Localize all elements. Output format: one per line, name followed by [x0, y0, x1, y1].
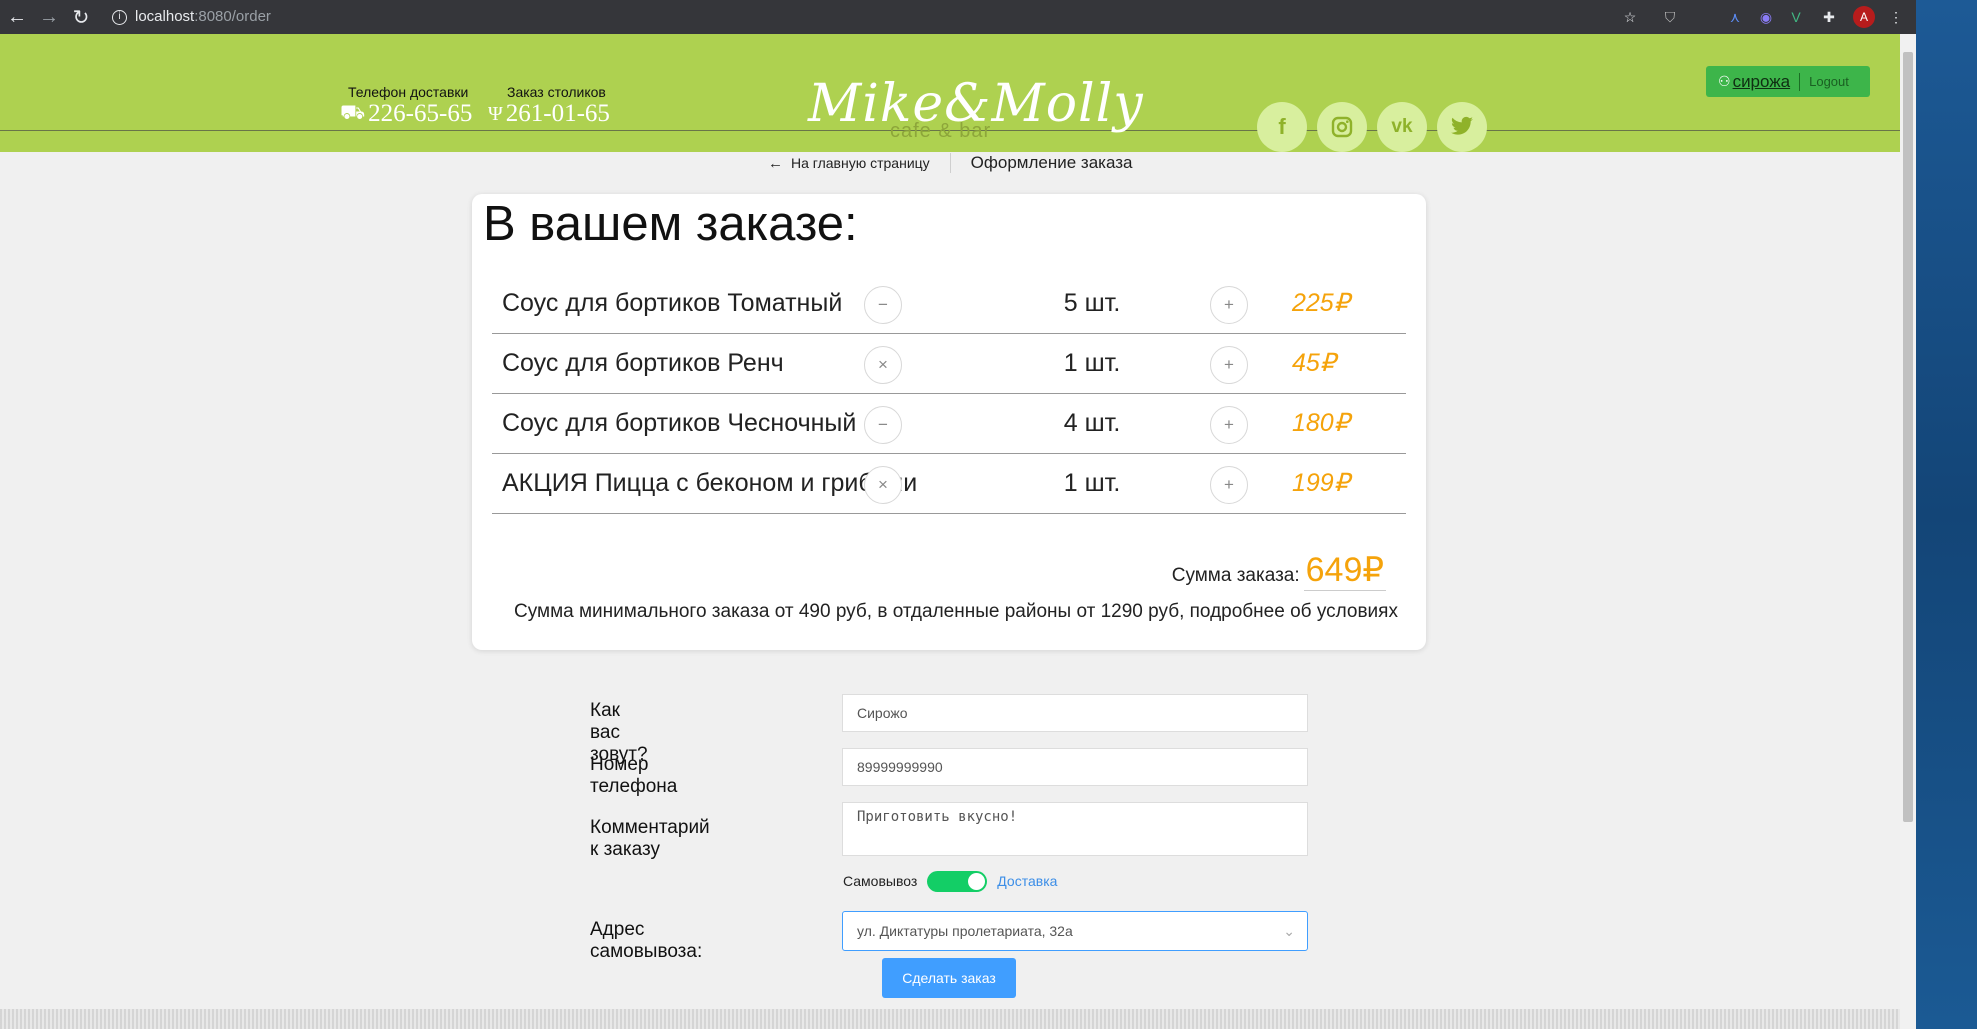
delivery-phone-number[interactable]: 226-65-65: [368, 100, 472, 128]
page-footer-edge: [0, 1009, 1900, 1029]
delivery-phone-label: Телефон доставки: [347, 84, 469, 100]
back-arrow-icon[interactable]: ←: [2, 0, 32, 34]
order-total-value: 649₽: [1303, 551, 1386, 591]
order-items: Соус для бортиков Томатный − 5 шт. + 225…: [492, 274, 1406, 514]
vk-icon[interactable]: vk: [1377, 102, 1427, 152]
extension-icon[interactable]: ⋏: [1725, 7, 1745, 27]
url-path: :8080/order: [194, 8, 271, 25]
table-order-label: Заказ столиков: [507, 84, 606, 100]
delivery-phone-block: Телефон доставки ⛟ 226-65-65: [340, 84, 472, 128]
url-host: localhost: [135, 8, 195, 25]
remove-item-button[interactable]: ×: [864, 346, 902, 384]
fork-knife-icon: Ψ: [488, 102, 503, 125]
page-scrollbar[interactable]: [1900, 34, 1916, 1029]
browser-window: ← → ↻ i localhost:8080/order ☆ ⛉ ⋏ ◉ V ✚…: [0, 0, 1916, 1029]
delivery-toggle[interactable]: [927, 870, 988, 892]
info-icon: i: [112, 9, 127, 25]
item-name: Соус для бортиков Чесночный: [502, 409, 857, 437]
decrease-quantity-button[interactable]: −: [864, 286, 902, 324]
browser-toolbar: ← → ↻ i localhost:8080/order ☆ ⛉ ⋏ ◉ V ✚…: [0, 0, 1916, 34]
vue-devtools-icon[interactable]: V: [1786, 7, 1806, 27]
increase-quantity-button[interactable]: +: [1210, 286, 1248, 324]
truck-icon: ⛟: [340, 101, 366, 124]
puzzle-extensions-icon[interactable]: ✚: [1819, 7, 1839, 27]
phone-label: Номер телефона: [590, 754, 678, 797]
item-quantity: 5 шт.: [1063, 289, 1121, 317]
profile-avatar[interactable]: A: [1853, 6, 1875, 28]
delivery-mode-switch: Самовывоз Доставка: [843, 870, 1057, 892]
desktop-background: [1916, 0, 1977, 1029]
phone-input[interactable]: 89999999990: [842, 748, 1308, 786]
comment-textarea[interactable]: Приготовить вкусно!: [842, 802, 1308, 856]
order-item-row: Соус для бортиков Чесночный − 4 шт. + 18…: [492, 394, 1406, 454]
user-account-box: ⚇ сирожа Logout: [1706, 66, 1870, 97]
order-total: Сумма заказа: 649₽: [1172, 550, 1386, 591]
order-title: В вашем заказе:: [483, 197, 858, 251]
item-name: Соус для бортиков Томатный: [502, 289, 843, 317]
user-name-link[interactable]: сирожа: [1733, 72, 1791, 92]
user-icon: ⚇: [1718, 73, 1731, 89]
delivery-option-label[interactable]: Доставка: [997, 873, 1057, 889]
table-order-block: Заказ столиков Ψ 261-01-65: [488, 84, 610, 128]
item-price: 225₽: [1292, 289, 1350, 317]
site-header: Телефон доставки ⛟ 226-65-65 Заказ столи…: [0, 34, 1900, 152]
place-order-button[interactable]: Сделать заказ: [882, 958, 1016, 998]
address-bar[interactable]: i localhost:8080/order: [112, 0, 271, 34]
site-logo[interactable]: Mike&Molly cafe & bar: [808, 74, 1143, 152]
order-item-row: Соус для бортиков Ренч × 1 шт. + 45₽: [492, 334, 1406, 394]
logo-subtitle: cafe & bar: [890, 120, 992, 142]
back-to-home-link[interactable]: ← На главную страницу: [768, 155, 930, 172]
comment-label: Комментарий к заказу: [590, 817, 710, 860]
name-input[interactable]: Сирожо: [842, 694, 1308, 732]
back-to-home-label: На главную страницу: [791, 155, 930, 171]
increase-quantity-button[interactable]: +: [1210, 466, 1248, 504]
pickup-address-value: ул. Диктатуры пролетариата, 32а: [857, 923, 1073, 939]
breadcrumb: ← На главную страницу Оформление заказа: [768, 152, 1132, 174]
menu-kebab-icon[interactable]: ⋮: [1886, 7, 1906, 27]
bookmark-star-icon[interactable]: ☆: [1620, 7, 1640, 27]
item-price: 199₽: [1292, 469, 1350, 497]
item-quantity: 1 шт.: [1063, 469, 1121, 497]
table-order-phone[interactable]: 261-01-65: [506, 100, 610, 128]
item-price: 45₽: [1292, 349, 1336, 377]
toggle-knob: [968, 872, 986, 890]
user-box-separator: [1799, 72, 1801, 91]
logout-button[interactable]: Logout: [1809, 74, 1849, 89]
arrow-left-icon: ←: [768, 154, 783, 172]
breadcrumb-divider: [949, 153, 951, 173]
order-summary-card: В вашем заказе: Соус для бортиков Томатн…: [472, 194, 1426, 650]
item-name: АКЦИЯ Пицца с беконом и грибами: [502, 469, 918, 497]
breadcrumb-current: Оформление заказа: [970, 153, 1133, 172]
pickup-option-label[interactable]: Самовывоз: [843, 873, 917, 889]
item-name: Соус для бортиков Ренч: [502, 349, 784, 377]
item-quantity: 4 шт.: [1063, 409, 1121, 437]
item-price: 180₽: [1292, 409, 1350, 437]
address-label: Адрес самовывоза:: [590, 919, 703, 962]
minimum-order-note[interactable]: Сумма минимального заказа от 490 руб, в …: [514, 601, 1398, 623]
increase-quantity-button[interactable]: +: [1210, 406, 1248, 444]
increase-quantity-button[interactable]: +: [1210, 346, 1248, 384]
order-item-row: АКЦИЯ Пицца с беконом и грибами × 1 шт. …: [492, 454, 1406, 514]
instagram-icon[interactable]: [1317, 102, 1367, 152]
pickup-address-select[interactable]: ул. Диктатуры пролетариата, 32а ⌄: [842, 911, 1308, 951]
order-total-label: Сумма заказа:: [1171, 565, 1300, 586]
remove-item-button[interactable]: ×: [864, 466, 902, 504]
twitter-icon[interactable]: [1437, 102, 1487, 152]
decrease-quantity-button[interactable]: −: [864, 406, 902, 444]
item-quantity: 1 шт.: [1063, 349, 1121, 377]
shield-extension-icon[interactable]: ⛉: [1660, 7, 1680, 27]
forward-arrow-icon[interactable]: →: [34, 0, 64, 34]
chevron-down-icon: ⌄: [1283, 923, 1295, 939]
scrollbar-thumb[interactable]: [1903, 52, 1913, 822]
facebook-icon[interactable]: f: [1257, 102, 1307, 152]
reload-icon[interactable]: ↻: [66, 0, 96, 34]
check-extension-icon[interactable]: ◉: [1756, 7, 1776, 27]
page: Телефон доставки ⛟ 226-65-65 Заказ столи…: [0, 34, 1900, 1029]
order-item-row: Соус для бортиков Томатный − 5 шт. + 225…: [492, 274, 1406, 334]
